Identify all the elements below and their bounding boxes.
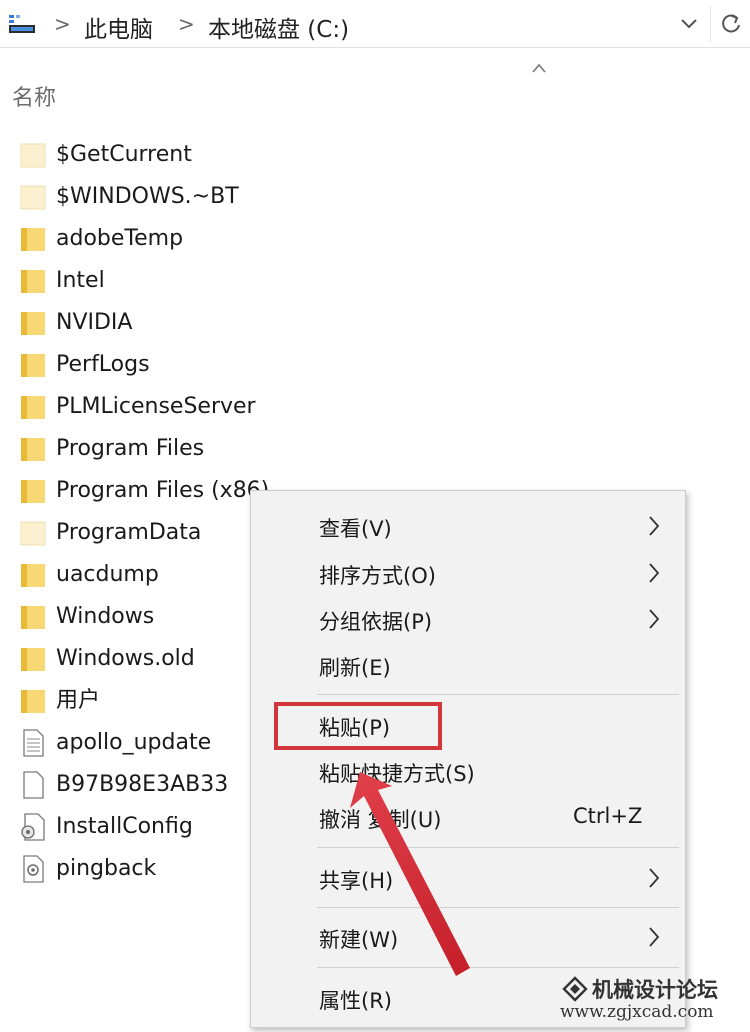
menu-separator bbox=[317, 694, 679, 695]
menu-separator bbox=[317, 967, 679, 968]
menu-item-undo-copy[interactable]: 撤消 复制(U) Ctrl+Z bbox=[251, 796, 685, 838]
list-item[interactable]: adobeTemp bbox=[16, 221, 316, 257]
list-item-label: pingback bbox=[56, 856, 157, 881]
this-pc-icon bbox=[9, 15, 35, 33]
chevron-down-icon[interactable] bbox=[674, 8, 704, 40]
sort-ascending-icon[interactable] bbox=[530, 62, 548, 74]
list-item-label: uacdump bbox=[56, 562, 159, 587]
chevron-right-icon: > bbox=[178, 12, 195, 36]
menu-item-view[interactable]: 查看(V) bbox=[251, 505, 685, 547]
folder-icon bbox=[21, 396, 45, 419]
refresh-icon[interactable] bbox=[716, 8, 746, 40]
list-item-label: Intel bbox=[56, 268, 105, 293]
list-item-label: InstallConfig bbox=[56, 814, 193, 839]
list-item-label: Windows bbox=[56, 604, 155, 629]
column-header-name[interactable]: 名称 bbox=[12, 80, 56, 112]
watermark-title: 机械设计论坛 bbox=[592, 978, 718, 1002]
text-file-icon bbox=[23, 729, 44, 757]
list-item[interactable]: Program Files bbox=[16, 431, 316, 467]
watermark: 机械设计论坛 www.zgjxcad.com bbox=[560, 972, 746, 1028]
folder-icon bbox=[21, 354, 45, 377]
chevron-right-icon: > bbox=[54, 12, 71, 36]
menu-item-label: 分组依据(P) bbox=[319, 610, 433, 634]
list-item[interactable]: Intel bbox=[16, 263, 316, 299]
list-item-label: $WINDOWS.~BT bbox=[56, 184, 239, 209]
breadcrumb-local-disk[interactable]: 本地磁盘 (C:) bbox=[208, 10, 349, 44]
folder-icon bbox=[21, 690, 45, 713]
folder-icon bbox=[21, 480, 45, 503]
breadcrumb-this-pc[interactable]: 此电脑 bbox=[84, 10, 153, 44]
list-item-label: apollo_update bbox=[56, 730, 212, 755]
folder-faded-icon bbox=[20, 521, 46, 546]
list-item-label: ProgramData bbox=[56, 520, 202, 545]
menu-item-label: 粘贴快捷方式(S) bbox=[319, 762, 475, 786]
list-item-label: adobeTemp bbox=[56, 226, 184, 251]
chevron-right-icon bbox=[649, 563, 660, 583]
folder-icon bbox=[21, 606, 45, 629]
menu-separator bbox=[317, 847, 679, 848]
folder-icon bbox=[21, 270, 45, 293]
address-divider bbox=[710, 6, 711, 42]
list-item[interactable]: $GetCurrent bbox=[16, 137, 316, 173]
folder-icon bbox=[21, 648, 45, 671]
folder-icon bbox=[21, 312, 45, 335]
menu-item-group-by[interactable]: 分组依据(P) bbox=[251, 598, 685, 640]
chevron-right-icon bbox=[649, 927, 660, 947]
list-item[interactable]: NVIDIA bbox=[16, 305, 316, 341]
context-menu: 查看(V) 排序方式(O) 分组依据(P) 刷新(E) 粘贴(P) 粘贴快捷方式… bbox=[250, 490, 686, 1028]
list-item-label: Windows.old bbox=[56, 646, 195, 671]
folder-icon bbox=[21, 564, 45, 587]
chevron-right-icon bbox=[649, 868, 660, 888]
config-file-icon bbox=[21, 813, 45, 841]
menu-item-label: 查看(V) bbox=[319, 517, 392, 541]
menu-item-share[interactable]: 共享(H) bbox=[251, 857, 685, 899]
menu-item-label: 共享(H) bbox=[319, 869, 394, 893]
list-item-label: Program Files bbox=[56, 436, 205, 461]
paste-highlight-box bbox=[274, 702, 442, 750]
folder-icon bbox=[21, 438, 45, 461]
menu-item-label: 排序方式(O) bbox=[319, 564, 436, 588]
folder-faded-icon bbox=[20, 143, 46, 168]
menu-separator bbox=[317, 907, 679, 908]
menu-item-label: 属性(R) bbox=[319, 989, 392, 1013]
list-item-label: B97B98E3AB33 bbox=[56, 772, 229, 797]
list-item[interactable]: $WINDOWS.~BT bbox=[16, 179, 316, 215]
list-item-label: PerfLogs bbox=[56, 352, 150, 377]
watermark-url: www.zgjxcad.com bbox=[560, 1002, 714, 1022]
menu-item-paste-shortcut[interactable]: 粘贴快捷方式(S) bbox=[251, 750, 685, 792]
menu-item-new[interactable]: 新建(W) bbox=[251, 916, 685, 958]
chevron-right-icon bbox=[649, 609, 660, 629]
menu-item-label: 撤消 复制(U) bbox=[319, 808, 442, 832]
folder-icon bbox=[21, 228, 45, 251]
list-item-label: Program Files (x86) bbox=[56, 478, 270, 503]
menu-item-label: 刷新(E) bbox=[319, 656, 391, 680]
list-item-label: 用户 bbox=[56, 688, 101, 713]
menu-item-shortcut: Ctrl+Z bbox=[573, 804, 643, 828]
chevron-right-icon bbox=[649, 516, 660, 536]
blank-file-icon bbox=[23, 771, 44, 799]
list-item-label: PLMLicenseServer bbox=[56, 394, 256, 419]
address-bar[interactable]: > 此电脑 > 本地磁盘 (C:) bbox=[0, 0, 750, 48]
folder-faded-icon bbox=[20, 185, 46, 210]
list-item[interactable]: PLMLicenseServer bbox=[16, 389, 316, 425]
menu-item-label: 新建(W) bbox=[319, 928, 399, 952]
list-item[interactable]: PerfLogs bbox=[16, 347, 316, 383]
list-item-label: NVIDIA bbox=[56, 310, 133, 335]
menu-item-refresh[interactable]: 刷新(E) bbox=[251, 644, 685, 686]
forum-logo-icon bbox=[562, 976, 588, 1002]
menu-item-sort-by[interactable]: 排序方式(O) bbox=[251, 552, 685, 594]
list-item-label: $GetCurrent bbox=[56, 142, 192, 167]
system-file-icon bbox=[23, 855, 44, 883]
